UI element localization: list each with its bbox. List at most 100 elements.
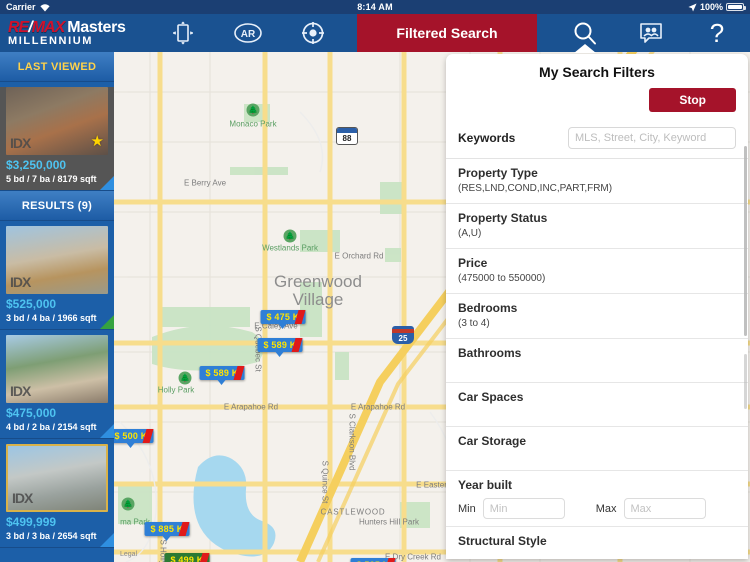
listing-corner-flag	[100, 315, 114, 329]
listing-details: 3 bd / 3 ba / 2654 sqft	[6, 531, 97, 541]
millennium-logo-text: MILLENNIUM	[8, 35, 94, 47]
year-min-input[interactable]	[482, 498, 565, 519]
filter-row-structural-style[interactable]: Structural Style	[446, 527, 748, 559]
keywords-label: Keywords	[458, 131, 516, 145]
search-icon[interactable]	[552, 14, 618, 52]
map-price-pin[interactable]: $ 500 K	[108, 429, 154, 443]
app-logo[interactable]: RE/MAX Masters MILLENNIUM	[0, 14, 150, 52]
filtered-search-button[interactable]: Filtered Search	[357, 14, 537, 52]
stop-button[interactable]: Stop	[649, 88, 736, 112]
highway-shield-i25: 25	[392, 326, 414, 344]
page-title: My Search Filters	[539, 64, 655, 80]
listing-price: $499,999	[6, 515, 57, 529]
wifi-icon	[39, 3, 50, 11]
filter-row-property-status[interactable]: Property Status (A,U)	[446, 204, 748, 249]
listing-thumbnail: IDX	[6, 444, 108, 512]
contacts-icon[interactable]	[618, 14, 684, 52]
sidebar-header-last-viewed: LAST VIEWED	[0, 52, 114, 82]
scrollbar-secondary[interactable]	[744, 354, 747, 409]
year-max-label: Max	[595, 502, 617, 515]
filter-value: (475000 to 550000)	[458, 273, 546, 284]
filter-row-price[interactable]: Price (475000 to 550000)	[446, 249, 748, 294]
listing-thumbnail: IDX	[6, 335, 108, 403]
idx-watermark: IDX	[10, 274, 31, 290]
listing-details: 4 bd / 2 ba / 2154 sqft	[6, 422, 97, 432]
filter-label: Property Type	[458, 166, 538, 180]
park-icon	[121, 497, 135, 511]
listing-price: $3,250,000	[6, 158, 67, 172]
map-price-pin[interactable]: $ 499 K	[164, 553, 210, 562]
listing-price: $525,000	[6, 297, 57, 311]
list-item[interactable]: IDX $499,999 3 bd / 3 ba / 2654 sqft	[0, 444, 114, 548]
listing-price: $475,000	[6, 406, 57, 420]
filter-label: Bathrooms	[458, 346, 522, 360]
last-viewed-card[interactable]: IDX ★ $3,250,000 5 bd / 7 ba / 8179 sqft	[0, 87, 114, 191]
status-left: Carrier	[0, 2, 200, 12]
search-filters-panel[interactable]: My Search Filters Stop Keywords Property…	[446, 54, 748, 559]
year-min-label: Min	[458, 502, 476, 515]
filter-label: Bedrooms	[458, 301, 518, 315]
scrollbar[interactable]	[744, 146, 747, 336]
filter-label: Year built	[458, 478, 513, 492]
filter-label: Structural Style	[458, 534, 547, 548]
filter-row-bathrooms[interactable]: Bathrooms	[446, 339, 748, 383]
list-item[interactable]: IDX $475,000 4 bd / 2 ba / 2154 sqft	[0, 335, 114, 439]
navbar-right-group: ?	[552, 14, 750, 52]
map-legal-link[interactable]: Legal	[120, 551, 137, 558]
map-price-pin[interactable]: $ 589 K	[199, 366, 245, 380]
park-icon	[246, 103, 260, 117]
svg-text:AR: AR	[240, 29, 255, 40]
stop-row: Stop	[446, 86, 748, 120]
shield-number: 88	[342, 134, 352, 143]
sidebar-header-results: RESULTS (9)	[0, 191, 114, 221]
carrier-label: Carrier	[6, 2, 36, 12]
filter-row-property-type[interactable]: Property Type (RES,LND,COND,INC,PART,FRM…	[446, 159, 748, 204]
map-price-pin[interactable]: $ 885 K	[144, 522, 190, 536]
listing-corner-flag	[100, 424, 114, 438]
listing-details: 5 bd / 7 ba / 8179 sqft	[6, 174, 97, 184]
clock: 8:14 AM	[357, 2, 393, 12]
idx-watermark: IDX	[10, 383, 31, 399]
filter-row-bedrooms[interactable]: Bedrooms (3 to 4)	[446, 294, 748, 339]
list-item[interactable]: IDX $525,000 3 bd / 4 ba / 1966 sqft	[0, 226, 114, 330]
pin-price: $ 499 K	[170, 555, 204, 562]
listing-thumbnail: IDX	[6, 226, 108, 294]
ar-icon[interactable]: AR	[215, 14, 280, 52]
filter-row-year-built: Year built	[446, 471, 748, 495]
location-arrow-icon	[688, 2, 697, 12]
year-built-inputs: Min Max	[446, 495, 748, 527]
battery-percent: 100%	[699, 2, 723, 12]
filter-value: (RES,LND,COND,INC,PART,FRM)	[458, 183, 613, 194]
filter-label: Car Storage	[458, 434, 527, 448]
app-navbar: RE/MAX Masters MILLENNIUM AR Filtered Se…	[0, 14, 750, 52]
map-price-pin[interactable]: $ 525 K	[350, 558, 396, 562]
filter-value: (A,U)	[458, 228, 482, 239]
locate-target-icon[interactable]	[280, 14, 345, 52]
help-icon[interactable]: ?	[684, 14, 750, 52]
filter-value: (3 to 4)	[458, 318, 490, 329]
navbar-icon-group: AR	[150, 14, 345, 52]
filter-label: Price	[458, 256, 488, 270]
battery-icon	[726, 3, 746, 11]
shield-number: 25	[398, 334, 408, 343]
filter-label: Property Status	[458, 211, 548, 225]
map-price-pin[interactable]: $ 589 K	[257, 338, 303, 352]
search-input[interactable]	[568, 127, 736, 149]
filter-row-car-storage[interactable]: Car Storage	[446, 427, 748, 471]
resize-map-icon[interactable]	[150, 14, 215, 52]
status-bar: Carrier 8:14 AM 100%	[0, 0, 750, 14]
idx-watermark: IDX	[12, 490, 33, 506]
year-max-input[interactable]	[623, 498, 706, 519]
listing-details: 3 bd / 4 ba / 1966 sqft	[6, 313, 97, 323]
highway-shield-88: 88	[336, 127, 358, 145]
favorite-star-icon: ★	[90, 133, 104, 150]
filter-label: Car Spaces	[458, 390, 524, 404]
map-price-pin[interactable]: $ 475 K	[260, 310, 306, 324]
park-icon	[178, 371, 192, 385]
park-icon	[283, 229, 297, 243]
status-right: 100%	[550, 2, 750, 12]
filter-row-car-spaces[interactable]: Car Spaces	[446, 383, 748, 427]
listing-corner-flag	[100, 176, 114, 190]
listings-sidebar[interactable]: LAST VIEWED IDX ★ $3,250,000 5 bd / 7 ba…	[0, 52, 114, 562]
listing-corner-flag	[100, 533, 114, 547]
